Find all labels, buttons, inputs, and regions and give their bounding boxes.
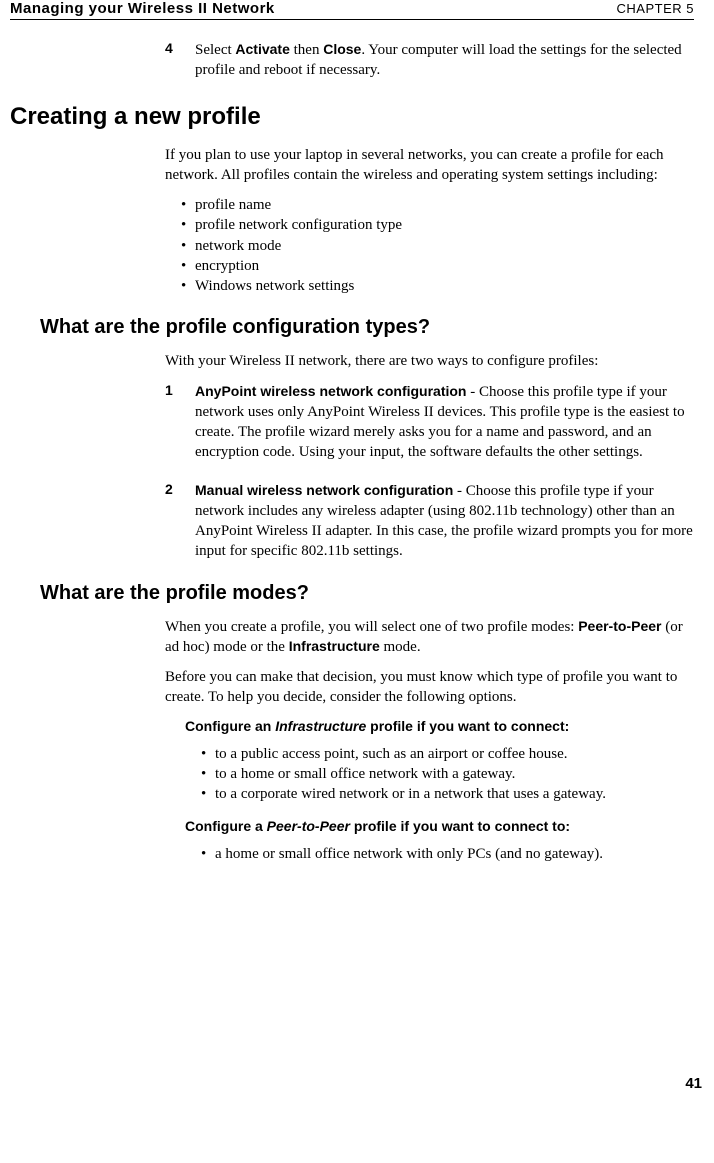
close-label: Close [323,41,361,57]
peer-to-peer-label: Peer-to-Peer [578,618,661,634]
text: profile if you want to connect: [366,718,569,734]
list-item: encryption [181,256,694,276]
modes-paragraph-1: When you create a profile, you will sele… [165,617,694,658]
section-body: If you plan to use your laptop in severa… [165,145,694,297]
step-text: Select Activate then Close. Your compute… [195,40,694,81]
list-item: profile network configuration type [181,215,694,235]
page-number: 41 [685,1075,702,1092]
list-item: network mode [181,236,694,256]
activate-label: Activate [235,41,289,57]
peer-to-peer-heading: Configure a Peer-to-Peer profile if you … [185,818,694,834]
peer-to-peer-list: a home or small office network with only… [185,844,694,864]
infrastructure-label: Infrastructure [289,638,380,654]
config-type-1: 1 AnyPoint wireless network configuratio… [165,382,694,463]
config-types-body: With your Wireless II network, there are… [165,351,694,561]
heading-creating-profile: Creating a new profile [10,103,694,131]
text: When you create a profile, you will sele… [165,619,578,635]
config-types-intro: With your Wireless II network, there are… [165,351,694,371]
step-text: Manual wireless network configuration - … [195,481,694,562]
list-item: to a home or small office network with a… [201,764,694,784]
list-item: Windows network settings [181,276,694,296]
config-name: AnyPoint wireless network configuration [195,383,466,399]
text: Select [195,42,235,58]
text: mode. [380,639,421,655]
step-number: 2 [165,481,195,562]
page-header: Managing your Wireless II Network CHAPTE… [10,0,694,20]
infrastructure-italic: Infrastructure [275,718,366,734]
list-item: profile name [181,195,694,215]
body-content: 4 Select Activate then Close. Your compu… [165,40,694,81]
modes-paragraph-2: Before you can make that decision, you m… [165,667,694,708]
modes-body: When you create a profile, you will sele… [165,617,694,865]
page: Managing your Wireless II Network CHAPTE… [0,0,714,1100]
settings-list: profile name profile network configurati… [165,195,694,296]
heading-config-types: What are the profile configuration types… [40,316,694,339]
heading-profile-modes: What are the profile modes? [40,582,694,605]
infrastructure-heading: Configure an Infrastructure profile if y… [185,718,694,734]
list-item: to a corporate wired network or in a net… [201,784,694,804]
text: profile if you want to connect to: [350,818,570,834]
step-number: 1 [165,382,195,463]
step-4: 4 Select Activate then Close. Your compu… [165,40,694,81]
text: then [290,42,323,58]
text: Configure a [185,818,267,834]
header-title: Managing your Wireless II Network [10,0,275,17]
config-type-2: 2 Manual wireless network configuration … [165,481,694,562]
list-item: to a public access point, such as an air… [201,744,694,764]
step-text: AnyPoint wireless network configuration … [195,382,694,463]
peer-to-peer-italic: Peer-to-Peer [267,818,350,834]
infrastructure-list: to a public access point, such as an air… [185,744,694,805]
header-chapter: CHAPTER 5 [617,1,694,16]
intro-paragraph: If you plan to use your laptop in severa… [165,145,694,186]
config-name: Manual wireless network configuration [195,482,453,498]
list-item: a home or small office network with only… [201,844,694,864]
text: Configure an [185,718,275,734]
step-number: 4 [165,40,195,81]
